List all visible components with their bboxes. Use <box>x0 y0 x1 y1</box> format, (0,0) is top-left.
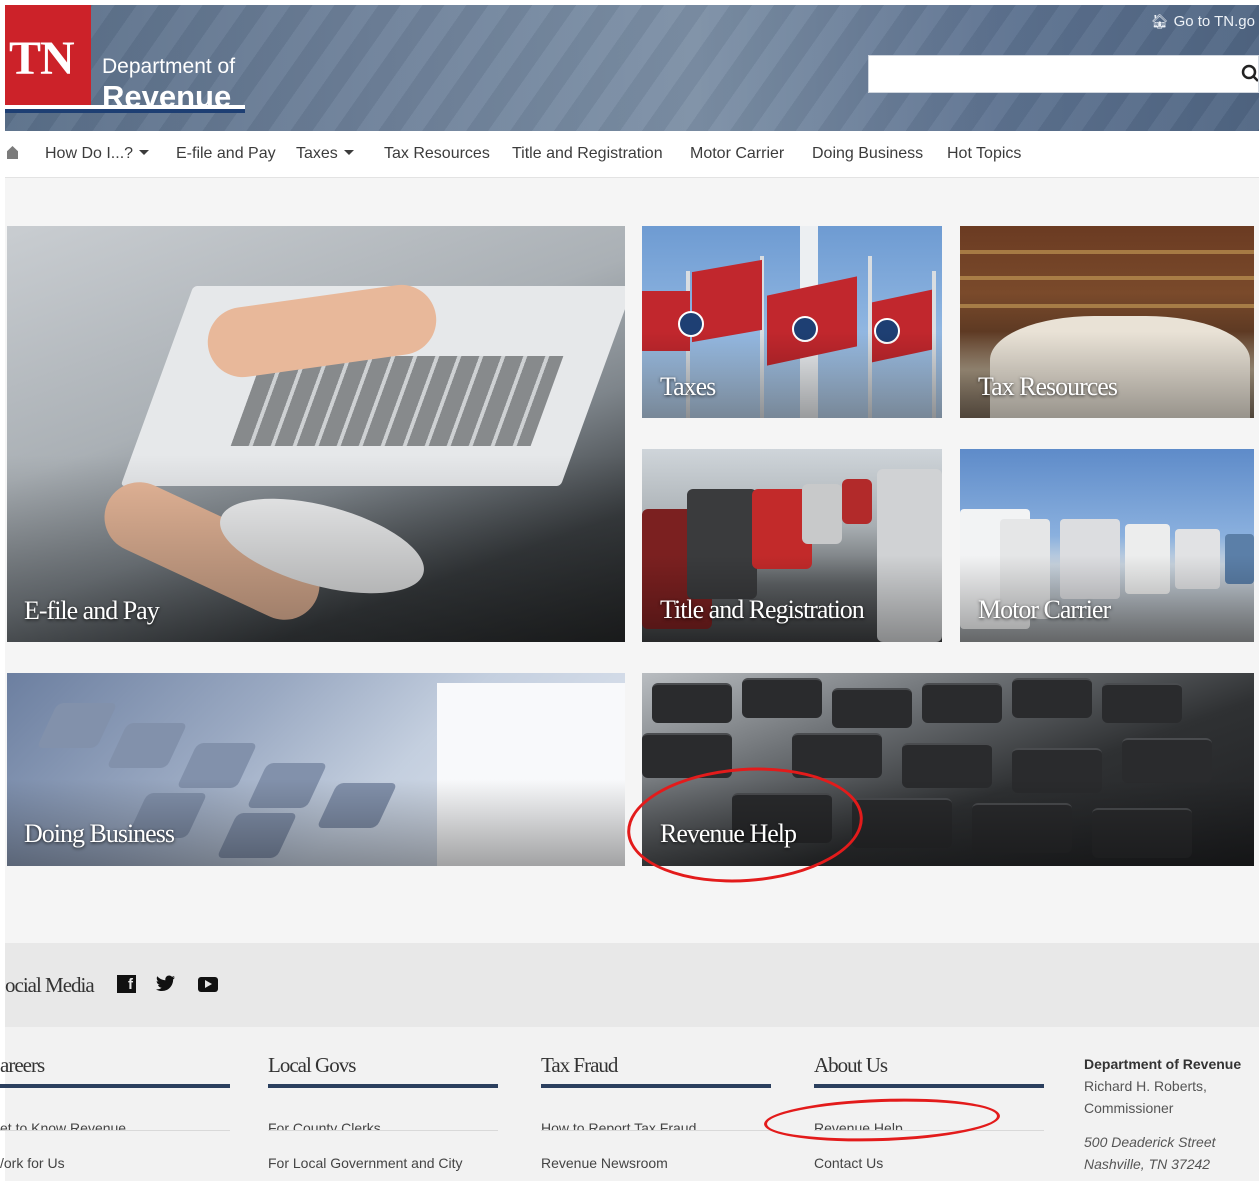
footer-column-title: areers <box>0 1053 230 1088</box>
site-header: TN Department of Revenue 🏠︎ Go to TN.go <box>5 5 1259 131</box>
footer-column-title: Tax Fraud <box>541 1053 771 1088</box>
footer-link[interactable]: /ork for Us <box>0 1131 230 1174</box>
nav-item-taxes[interactable]: Taxes <box>296 145 354 163</box>
chevron-down-icon <box>343 150 354 155</box>
nav-item-hot-topics[interactable]: Hot Topics <box>947 145 1021 163</box>
tile-title-and-registration[interactable]: Title and Registration <box>642 449 942 642</box>
home-icon[interactable] <box>7 146 18 159</box>
youtube-icon[interactable] <box>198 977 218 992</box>
footer-column-local-govs: Local Govs For County Clerks For Local G… <box>268 1053 498 1174</box>
nav-item-efile[interactable]: E-file and Pay <box>176 145 276 163</box>
tile-taxes[interactable]: Taxes <box>642 226 942 418</box>
tile-doing-business[interactable]: Doing Business <box>7 673 625 866</box>
main-navigation: How Do I...? E-file and Pay Taxes Tax Re… <box>5 131 1259 178</box>
logo-text: TN <box>9 32 75 85</box>
department-title-line2[interactable]: Revenue <box>102 79 231 115</box>
tile-label: Title and Registration <box>660 595 865 624</box>
search-input[interactable] <box>868 55 1259 93</box>
footer-org-name: Department of Revenue <box>1084 1056 1242 1072</box>
footer-commissioner-role: Commissioner <box>1084 1100 1174 1116</box>
footer-link[interactable]: et to Know Revenue <box>0 1088 230 1131</box>
footer-column-title: Local Govs <box>268 1053 498 1088</box>
footer-column-careers: areers et to Know Revenue /ork for Us <box>0 1053 230 1174</box>
home-icon: 🏠︎ <box>1150 13 1169 29</box>
nav-item-motor-carrier[interactable]: Motor Carrier <box>690 145 784 163</box>
nav-item-how-do-i[interactable]: How Do I...? <box>45 145 150 163</box>
footer-street: 500 Deaderick Street <box>1084 1134 1216 1150</box>
social-media-bar: ocial Media f <box>5 943 1259 1027</box>
chevron-down-icon <box>139 150 150 155</box>
department-title-line1: Department of <box>102 55 236 78</box>
tile-label: Motor Carrier <box>978 595 1111 624</box>
twitter-icon[interactable] <box>156 975 175 993</box>
nav-item-title-registration[interactable]: Title and Registration <box>512 145 663 163</box>
facebook-icon[interactable]: f <box>117 975 136 993</box>
footer-link[interactable]: How to Report Tax Fraud <box>541 1088 771 1131</box>
nav-item-tax-resources[interactable]: Tax Resources <box>384 145 490 163</box>
social-media-title: ocial Media <box>5 973 95 997</box>
tile-efile-and-pay[interactable]: E-file and Pay <box>7 226 625 642</box>
tile-label: Doing Business <box>24 819 175 848</box>
footer-contact-info: Department of Revenue Richard H. Roberts… <box>1084 1053 1259 1175</box>
footer-column-tax-fraud: Tax Fraud How to Report Tax Fraud Revenu… <box>541 1053 771 1174</box>
search-icon[interactable] <box>1240 62 1258 84</box>
tile-label: Tax Resources <box>978 372 1118 401</box>
go-to-tn-label: Go to TN.go <box>1173 13 1255 30</box>
site-footer: areers et to Know Revenue /ork for Us Lo… <box>0 1027 1259 1181</box>
tile-label: Taxes <box>660 372 716 401</box>
go-to-tn-link[interactable]: 🏠︎ Go to TN.go <box>1151 13 1255 30</box>
footer-commissioner-name: Richard H. Roberts, <box>1084 1078 1207 1094</box>
tile-tax-resources[interactable]: Tax Resources <box>960 226 1254 418</box>
footer-link[interactable]: For Local Government and City <box>268 1131 498 1174</box>
footer-link[interactable]: Revenue Newsroom <box>541 1131 771 1174</box>
footer-link[interactable]: For County Clerks <box>268 1088 498 1131</box>
footer-column-title: About Us <box>814 1053 1044 1088</box>
tile-label: E-file and Pay <box>24 596 160 625</box>
tile-motor-carrier[interactable]: Motor Carrier <box>960 449 1254 642</box>
footer-city: Nashville, TN 37242 <box>1084 1156 1211 1172</box>
nav-item-doing-business[interactable]: Doing Business <box>812 145 923 163</box>
tn-logo[interactable]: TN <box>5 5 91 105</box>
